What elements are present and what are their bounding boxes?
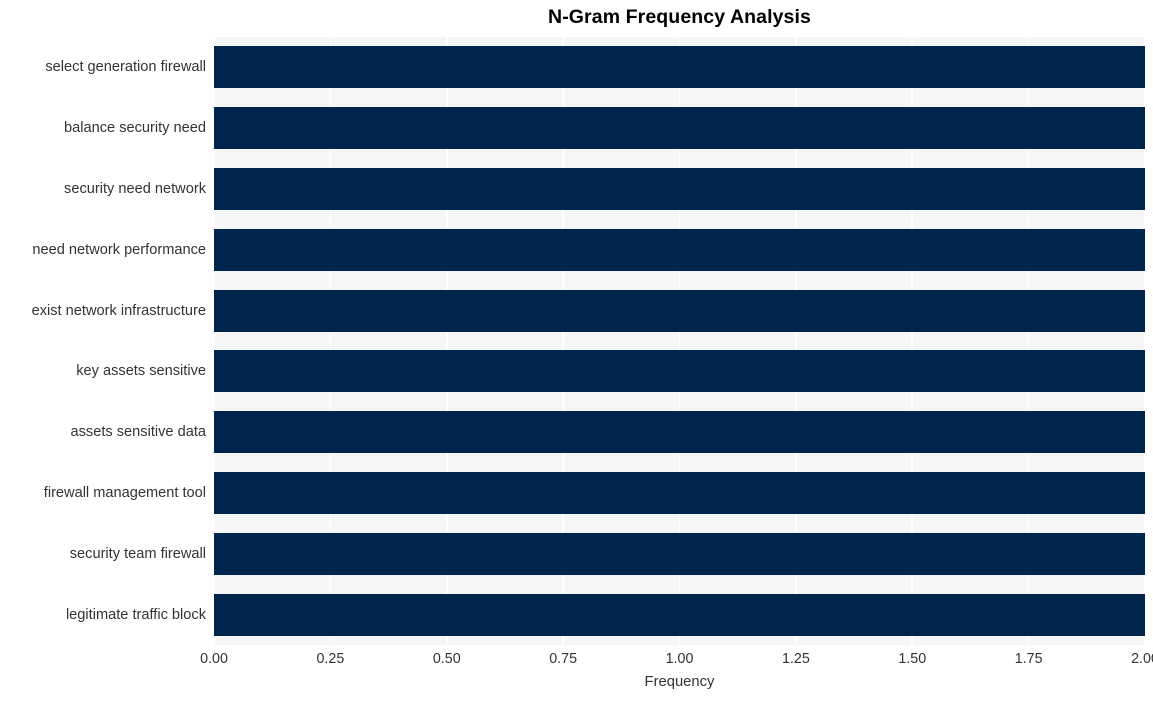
bar [214,46,1145,89]
x-axis-title: Frequency [644,674,715,690]
y-axis-tick-label: legitimate traffic block [65,606,206,623]
bar [214,472,1145,514]
x-axis-tick-label: 1.50 [898,651,927,667]
bar [214,107,1145,150]
y-axis-tick-label: balance security need [64,120,206,137]
y-axis-tick-label: exist network infrastructure [31,302,206,319]
chart-title: N-Gram Frequency Analysis [548,6,811,28]
y-axis-tick-label: select generation firewall [45,59,206,76]
plot-area [214,37,1145,645]
x-axis-tick-label: 2.00 [1131,651,1153,667]
chart-figure: N-Gram Frequency Analysis select generat… [0,0,1153,701]
y-axis-tick-label: need network performance [32,241,206,258]
bar [214,350,1145,393]
y-axis-tick-label: firewall management tool [43,485,206,501]
y-axis-tick-labels: select generation firewall balance securi… [0,37,206,645]
x-axis-tick-label: 0.50 [432,651,461,667]
x-axis-tick-label: 0.25 [316,651,345,667]
bar [214,593,1145,636]
x-axis-tick-label: 0.00 [200,651,228,667]
x-axis-tick-label: 1.00 [665,651,694,667]
x-axis-tick-label: 1.75 [1014,651,1043,667]
x-axis-tick-labels: 0.00 0.25 0.50 0.75 1.00 1.25 1.50 1.75 2.00 [0,651,1153,673]
bar [214,289,1145,332]
bar [214,228,1145,271]
x-axis-tick-label: 1.25 [781,651,810,667]
y-axis-tick-label: assets sensitive data [70,424,206,441]
x-axis-tick-label: 0.75 [549,651,578,667]
y-axis-tick-label: security need network [64,181,206,197]
y-axis-tick-label: security team firewall [69,545,206,562]
bar [214,532,1145,575]
y-axis-tick-label: key assets sensitive [76,363,206,380]
bar [214,411,1145,454]
bar [214,168,1145,210]
